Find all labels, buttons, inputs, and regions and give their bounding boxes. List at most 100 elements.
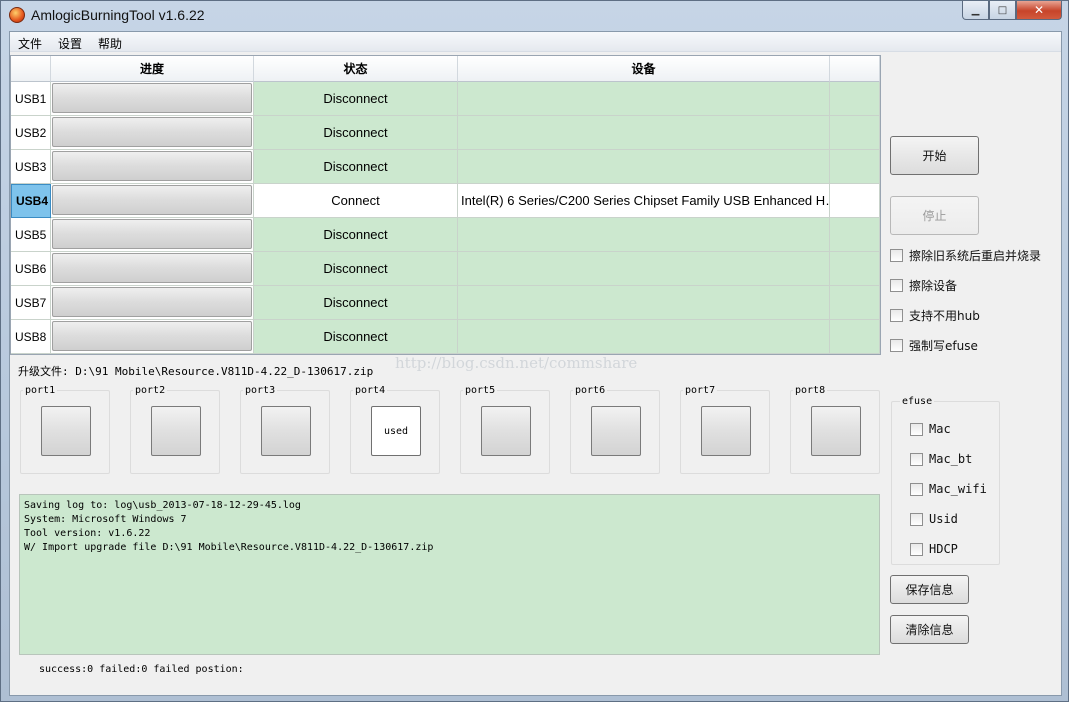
port-button-3[interactable] <box>261 406 311 456</box>
progress-bar <box>52 117 252 147</box>
header-device[interactable]: 设备 <box>458 56 830 82</box>
window-controls: ▁ □ ✕ <box>962 1 1062 21</box>
maximize-button[interactable]: □ <box>989 1 1016 20</box>
extra-cell <box>830 184 880 218</box>
progress-cell <box>51 184 254 218</box>
checkbox-label: 强制写efuse <box>909 339 978 353</box>
minimize-button[interactable]: ▁ <box>962 1 989 20</box>
checkbox-label: Mac <box>929 422 951 436</box>
checkbox-box <box>910 542 923 556</box>
start-button[interactable]: 开始 <box>890 136 979 175</box>
usb-device-table: 进度 状态 设备 USB1 Disconnect USB2 Disconnect USB… <box>10 55 881 355</box>
extra-cell <box>830 218 880 252</box>
port-group-5: port5 <box>460 385 550 474</box>
row-header-usb3[interactable]: USB3 <box>11 150 51 184</box>
progress-bar <box>52 253 252 283</box>
port-button-4[interactable]: used <box>371 406 421 456</box>
save-info-button[interactable]: 保存信息 <box>890 575 969 604</box>
progress-cell <box>51 218 254 252</box>
port-label: port6 <box>573 385 608 397</box>
port-group-7: port7 <box>680 385 770 474</box>
watermark-text: http://blog.csdn.net/commshare <box>395 354 638 372</box>
progress-bar <box>52 219 252 249</box>
extra-cell <box>830 286 880 320</box>
progress-bar <box>52 83 252 113</box>
status-cell: Disconnect <box>254 252 458 286</box>
port-group-3: port3 <box>240 385 330 474</box>
port-button-7[interactable] <box>701 406 751 456</box>
no-hub-checkbox[interactable]: 支持不用hub <box>890 307 980 324</box>
device-cell <box>458 150 830 184</box>
log-line: Saving log to: log\usb_2013-07-18-12-29-… <box>24 500 301 511</box>
progress-bar <box>52 185 252 215</box>
port-button-1[interactable] <box>41 406 91 456</box>
efuse-usid-checkbox[interactable]: Usid <box>910 512 958 526</box>
header-extra <box>830 56 880 82</box>
title-bar[interactable]: AmlogicBurningTool v1.6.22 ▁ □ ✕ <box>1 1 1068 31</box>
menu-help[interactable]: 帮助 <box>98 35 122 52</box>
efuse-mac-wifi-checkbox[interactable]: Mac_wifi <box>910 482 987 496</box>
port-label: port2 <box>133 385 168 397</box>
row-header-usb1[interactable]: USB1 <box>11 82 51 116</box>
device-cell <box>458 82 830 116</box>
row-header-usb2[interactable]: USB2 <box>11 116 51 150</box>
progress-cell <box>51 320 254 354</box>
port-button-6[interactable] <box>591 406 641 456</box>
port-button-8[interactable] <box>811 406 861 456</box>
client-area: 文件 设置 帮助 进度 状态 设备 USB1 Disconnect USB2 Disc… <box>9 31 1062 696</box>
checkbox-label: Usid <box>929 512 958 526</box>
header-progress[interactable]: 进度 <box>51 56 254 82</box>
close-button[interactable]: ✕ <box>1016 1 1062 20</box>
menu-file[interactable]: 文件 <box>18 35 42 52</box>
checkbox-box <box>910 482 923 496</box>
progress-cell <box>51 286 254 320</box>
checkbox-box <box>910 512 923 526</box>
header-status[interactable]: 状态 <box>254 56 458 82</box>
extra-cell <box>830 150 880 184</box>
efuse-mac-checkbox[interactable]: Mac <box>910 422 951 436</box>
maximize-icon: □ <box>997 4 1008 16</box>
force-efuse-checkbox[interactable]: 强制写efuse <box>890 337 978 354</box>
row-header-usb8[interactable]: USB8 <box>11 320 51 354</box>
erase-and-reboot-checkbox[interactable]: 擦除旧系统后重启并烧录 <box>890 247 1041 264</box>
row-header-usb5[interactable]: USB5 <box>11 218 51 252</box>
clear-info-button[interactable]: 清除信息 <box>890 615 969 644</box>
port-group-8: port8 <box>790 385 880 474</box>
device-cell: Intel(R) 6 Series/C200 Series Chipset Fa… <box>458 184 830 218</box>
port-group-2: port2 <box>130 385 220 474</box>
checkbox-label: 支持不用hub <box>909 309 980 323</box>
menu-settings[interactable]: 设置 <box>58 35 82 52</box>
status-cell: Disconnect <box>254 82 458 116</box>
device-cell <box>458 218 830 252</box>
status-cell: Disconnect <box>254 286 458 320</box>
row-header-usb4[interactable]: USB4 <box>11 184 51 218</box>
erase-device-checkbox[interactable]: 擦除设备 <box>890 277 957 294</box>
extra-cell <box>830 116 880 150</box>
progress-cell <box>51 116 254 150</box>
checkbox-label: HDCP <box>929 542 958 556</box>
efuse-group: efuse Mac Mac_bt Mac_wifi Usid HDCP <box>891 396 1000 565</box>
progress-bar <box>52 321 252 351</box>
app-window: AmlogicBurningTool v1.6.22 ▁ □ ✕ 文件 设置 帮… <box>0 0 1069 702</box>
stop-button[interactable]: 停止 <box>890 196 979 235</box>
checkbox-label: 擦除设备 <box>909 279 958 293</box>
port-group-6: port6 <box>570 385 660 474</box>
port-button-2[interactable] <box>151 406 201 456</box>
port-button-5[interactable] <box>481 406 531 456</box>
progress-bar <box>52 151 252 181</box>
row-header-usb6[interactable]: USB6 <box>11 252 51 286</box>
status-cell: Disconnect <box>254 218 458 252</box>
efuse-mac-bt-checkbox[interactable]: Mac_bt <box>910 452 972 466</box>
app-logo-icon <box>9 7 25 23</box>
menu-bar: 文件 设置 帮助 <box>10 32 1061 52</box>
log-output[interactable]: Saving log to: log\usb_2013-07-18-12-29-… <box>19 494 880 655</box>
efuse-hdcp-checkbox[interactable]: HDCP <box>910 542 958 556</box>
row-header-usb7[interactable]: USB7 <box>11 286 51 320</box>
port-label: port7 <box>683 385 718 397</box>
port-group-4: port4 used <box>350 385 440 474</box>
progress-cell <box>51 252 254 286</box>
checkbox-box <box>890 279 903 292</box>
progress-cell <box>51 150 254 184</box>
upgrade-file-path: 升级文件: D:\91 Mobile\Resource.V811D-4.22_D… <box>18 365 374 378</box>
status-cell: Disconnect <box>254 116 458 150</box>
